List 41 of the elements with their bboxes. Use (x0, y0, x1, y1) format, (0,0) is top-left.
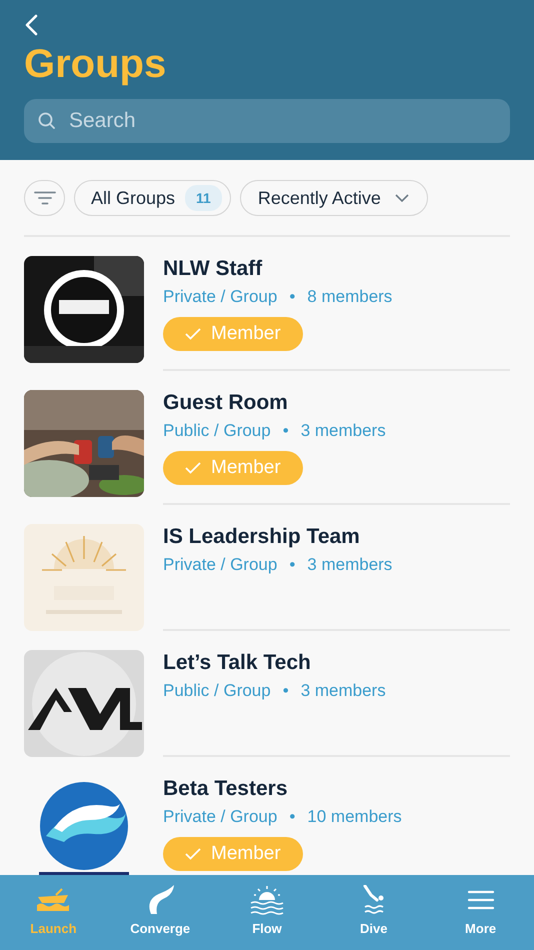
filter-icon (34, 191, 56, 205)
group-access: Private / Group (163, 287, 278, 307)
member-count: 8 members (307, 287, 392, 307)
check-icon (185, 328, 201, 340)
member-button[interactable]: Member (163, 837, 303, 871)
check-icon (185, 848, 201, 860)
tab-bar-item[interactable]: Flow (214, 875, 320, 950)
all-groups-filter[interactable]: All Groups 11 (74, 180, 231, 216)
page-title: Groups (24, 41, 168, 87)
chevron-down-icon (394, 194, 409, 202)
group-name[interactable]: Guest Room (163, 391, 510, 415)
tab-bar-item[interactable]: Converge (106, 875, 214, 950)
group-access: Public / Group (163, 421, 271, 441)
group-access: Private / Group (163, 555, 278, 575)
group-count: 11 (185, 185, 222, 211)
search-field[interactable]: Search (24, 99, 510, 143)
member-count: 10 members (307, 807, 402, 827)
sort-dropdown[interactable]: Recently Active (240, 180, 428, 216)
check-icon (185, 462, 201, 474)
group-name[interactable]: Let’s Talk Tech (163, 651, 510, 675)
tab-bar-item[interactable]: More (427, 875, 534, 950)
tab-bar-item[interactable]: Launch (0, 875, 107, 950)
group-name[interactable]: IS Leadership Team (163, 525, 510, 549)
member-count: 3 members (307, 555, 392, 575)
filter-button[interactable] (24, 180, 65, 216)
member-button[interactable]: Member (163, 451, 303, 485)
back-icon[interactable] (24, 14, 38, 36)
group-access: Private / Group (163, 807, 278, 827)
tab-bar-item[interactable]: Dive (320, 875, 428, 950)
separator-dot: • (282, 681, 289, 701)
member-count: 3 members (300, 421, 386, 441)
group-name[interactable]: NLW Staff (163, 257, 510, 281)
group-name[interactable]: Beta Testers (163, 777, 510, 801)
separator-dot: • (289, 807, 296, 827)
separator-dot: • (289, 287, 296, 307)
member-button[interactable]: Member (163, 317, 303, 351)
sunset-icon (250, 885, 284, 915)
separator-dot: • (289, 555, 296, 575)
separator-dot: • (282, 421, 289, 441)
member-count: 3 members (300, 681, 386, 701)
group-access: Public / Group (163, 681, 271, 701)
